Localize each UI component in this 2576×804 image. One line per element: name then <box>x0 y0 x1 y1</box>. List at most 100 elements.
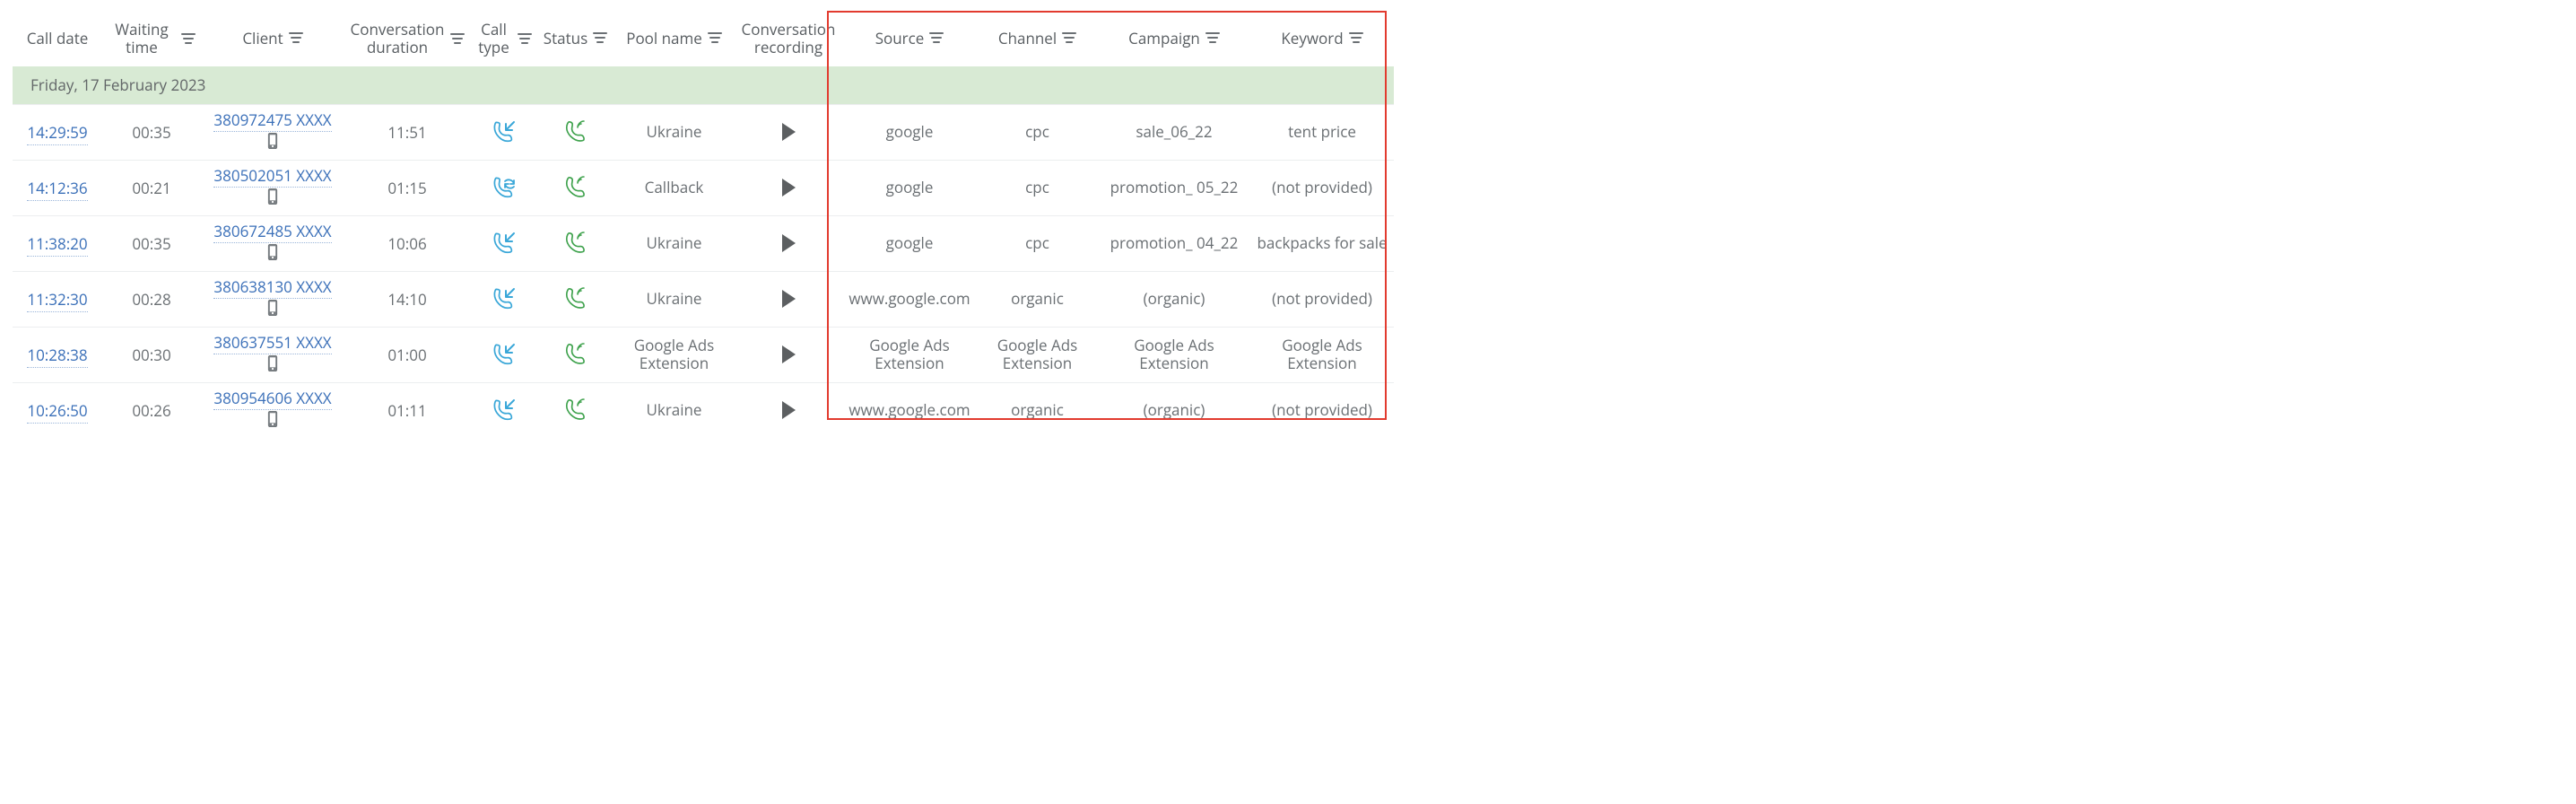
filter-icon[interactable] <box>289 31 303 45</box>
cell-status <box>537 160 614 215</box>
cell-keyword: backpacks for sale <box>1250 215 1394 271</box>
col-header-call_type[interactable]: Call type <box>470 9 537 66</box>
waiting-value: 00:30 <box>132 345 170 365</box>
cell-waiting: 00:35 <box>102 215 201 271</box>
cell-source: google <box>842 215 977 271</box>
pool-value: Ukraine <box>619 290 729 308</box>
calls-table: Call dateWaiting timeClientConversation … <box>13 9 1394 438</box>
cell-source: google <box>842 160 977 215</box>
cell-status <box>537 327 614 382</box>
call-time-link[interactable]: 14:29:59 <box>27 122 87 145</box>
table-row: 14:12:3600:21380502051 XXXX01:15Callback… <box>13 160 1394 215</box>
mobile-icon <box>266 188 279 205</box>
cell-recording <box>735 160 842 215</box>
col-header-waiting[interactable]: Waiting time <box>102 9 201 66</box>
answered-call-icon <box>543 287 608 310</box>
filter-icon[interactable] <box>708 31 722 45</box>
cell-recording <box>735 271 842 327</box>
source-value: www.google.com <box>848 401 971 419</box>
client-number-link[interactable]: 380954606 XXXX <box>213 388 331 410</box>
cell-call-date: 14:29:59 <box>13 104 102 160</box>
call-time-link[interactable]: 11:32:30 <box>27 289 87 312</box>
callback-call-icon <box>475 176 532 199</box>
answered-call-icon <box>543 120 608 144</box>
col-header-channel[interactable]: Channel <box>977 9 1098 66</box>
cell-call-date: 11:38:20 <box>13 215 102 271</box>
cell-waiting: 00:35 <box>102 104 201 160</box>
client-number-link[interactable]: 380972475 XXXX <box>213 109 331 132</box>
cell-client: 380638130 XXXX <box>201 271 344 327</box>
filter-icon[interactable] <box>518 31 532 46</box>
play-icon[interactable] <box>740 289 837 309</box>
cell-source: google <box>842 104 977 160</box>
table-row: 11:38:2000:35380672485 XXXX10:06Ukraineg… <box>13 215 1394 271</box>
filter-icon[interactable] <box>1349 31 1363 45</box>
duration-value: 11:51 <box>387 122 426 143</box>
col-header-client[interactable]: Client <box>201 9 344 66</box>
cell-call-date: 11:32:30 <box>13 271 102 327</box>
cell-recording <box>735 104 842 160</box>
col-header-label: Source <box>875 30 925 48</box>
duration-value: 01:11 <box>387 400 426 421</box>
cell-channel: cpc <box>977 104 1098 160</box>
cell-channel: cpc <box>977 215 1098 271</box>
call-time-link[interactable]: 10:28:38 <box>27 345 87 368</box>
cell-source: www.google.com <box>842 382 977 438</box>
call-time-link[interactable]: 11:38:20 <box>27 233 87 257</box>
col-header-status[interactable]: Status <box>537 9 614 66</box>
play-icon[interactable] <box>740 122 837 142</box>
filter-icon[interactable] <box>929 31 944 45</box>
pool-value: Google Ads Extension <box>619 336 729 371</box>
col-header-campaign[interactable]: Campaign <box>1098 9 1250 66</box>
keyword-value: Google Ads Extension <box>1256 336 1388 371</box>
cell-call-type <box>470 215 537 271</box>
client-number-link[interactable]: 380502051 XXXX <box>213 165 331 188</box>
cell-pool: Ukraine <box>614 382 735 438</box>
client-number-link[interactable]: 380672485 XXXX <box>213 221 331 243</box>
keyword-value: (not provided) <box>1256 401 1388 419</box>
cell-recording <box>735 327 842 382</box>
cell-campaign: promotion_ 05_22 <box>1098 160 1250 215</box>
client-number-link[interactable]: 380637551 XXXX <box>213 332 331 354</box>
table-row: 14:29:59 00:35 380972475 XXXX 11:51 Ukraine g… <box>13 104 1394 160</box>
filter-icon[interactable] <box>450 31 465 46</box>
col-header-keyword[interactable]: Keyword <box>1250 9 1394 66</box>
call-time-link[interactable]: 10:26:50 <box>27 400 87 424</box>
client-number-link[interactable]: 380638130 XXXX <box>213 276 331 299</box>
cell-waiting: 00:28 <box>102 271 201 327</box>
col-header-duration[interactable]: Conversation duration <box>344 9 470 66</box>
play-icon[interactable] <box>740 178 837 197</box>
col-header-source[interactable]: Source <box>842 9 977 66</box>
duration-value: 01:00 <box>387 345 426 365</box>
source-value: google <box>848 179 971 197</box>
waiting-value: 00:26 <box>132 400 170 421</box>
channel-value: organic <box>982 401 1092 419</box>
cell-channel: cpc <box>977 160 1098 215</box>
filter-icon[interactable] <box>181 31 196 46</box>
filter-icon[interactable] <box>1205 31 1220 45</box>
col-header-label: Conversation duration <box>350 21 445 56</box>
keyword-value: tent price <box>1256 123 1388 141</box>
cell-channel: organic <box>977 382 1098 438</box>
pool-value: Ukraine <box>619 401 729 419</box>
col-header-recording: Conversation recording <box>735 9 842 66</box>
cell-waiting: 00:26 <box>102 382 201 438</box>
call-time-link[interactable]: 14:12:36 <box>27 178 87 201</box>
mobile-icon <box>266 244 279 260</box>
table-row: 10:28:38 00:30 380637551 XXXX 01:00 Google A… <box>13 327 1394 382</box>
inbound-call-icon <box>475 398 532 422</box>
play-icon[interactable] <box>740 345 837 364</box>
date-group-row: Friday, 17 February 2023 <box>13 66 1394 104</box>
play-icon[interactable] <box>740 400 837 420</box>
cell-pool: Google Ads Extension <box>614 327 735 382</box>
filter-icon[interactable] <box>593 31 607 45</box>
col-header-pool[interactable]: Pool name <box>614 9 735 66</box>
keyword-value: (not provided) <box>1256 290 1388 308</box>
cell-keyword: (not provided) <box>1250 271 1394 327</box>
col-header-label: Call type <box>475 21 512 56</box>
play-icon[interactable] <box>740 233 837 253</box>
pool-value: Ukraine <box>619 123 729 141</box>
table-row: 10:26:50 00:26 380954606 XXXX 01:11 Ukraine w… <box>13 382 1394 438</box>
col-header-label: Pool name <box>626 30 702 48</box>
filter-icon[interactable] <box>1062 31 1076 45</box>
